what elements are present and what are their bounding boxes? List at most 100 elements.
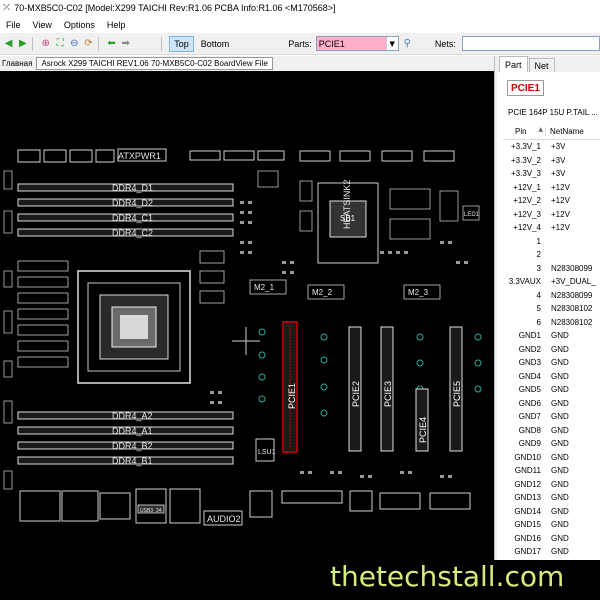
table-row[interactable]: 3.3VAUX +3V_DUAL_ [503, 275, 600, 289]
netname-cell: GND [551, 479, 569, 489]
table-row[interactable]: GND16 GND [503, 532, 600, 546]
home-tab[interactable]: Главная [2, 59, 32, 68]
table-row[interactable]: GND3 GND [503, 356, 600, 370]
document-tab[interactable]: Asrock X299 TAICHI REV1.06 70-MXB5C0-C02… [36, 57, 273, 70]
pcie-label: PCIE5 [452, 381, 462, 407]
parts-value: PCIE1 [318, 38, 345, 49]
part-name-badge: PCIE1 [507, 80, 544, 96]
side-bottom-button[interactable]: Bottom [197, 36, 234, 52]
menu-help[interactable]: Help [107, 20, 126, 30]
netname-cell: GND [551, 412, 569, 422]
pin-cell: GND13 [514, 493, 541, 503]
part-description: PCIE 164P 15U P.TAIL ... [508, 108, 598, 117]
table-row[interactable]: GND4 GND [503, 370, 600, 384]
toolbar-separator [161, 36, 163, 51]
pin-cell: GND3 [518, 358, 541, 368]
next-icon[interactable]: ➡ [120, 37, 131, 50]
column-header-netname[interactable]: NetName [545, 127, 584, 136]
netname-cell: N28308102 [551, 304, 593, 314]
pin-cell: 3.3VAUX [508, 277, 541, 287]
board-canvas[interactable]: ATXPWR1 DDR4_D1 DDR4_D2 DDR4_C1 DDR4_C2 [0, 71, 494, 560]
table-row[interactable]: +3.3V_3 +3V [503, 167, 600, 181]
nets-input[interactable] [461, 36, 600, 51]
netname-cell: +3V [551, 155, 566, 165]
pin-cell: 1 [536, 236, 541, 246]
zoom-fit-icon[interactable]: ⛶ [54, 37, 65, 50]
ddr-label: DDR4_D1 [112, 183, 153, 193]
table-row[interactable]: GND11 GND [503, 464, 600, 478]
table-row[interactable]: GND10 GND [503, 451, 600, 465]
zoom-in-icon[interactable]: ⊕ [40, 37, 51, 50]
column-header-pin[interactable]: Pin ▲ [503, 126, 545, 136]
table-row[interactable]: 2 [503, 248, 600, 262]
table-row[interactable]: GND13 GND [503, 491, 600, 505]
table-row[interactable]: +12V_1 +12V [503, 181, 600, 195]
table-row[interactable]: GND9 GND [503, 437, 600, 451]
netname-cell: +12V [551, 223, 570, 233]
pin-rows: +3.3V_1 +3V +3.3V_2 +3V +3.3V_3 +3V +12V_1 +12V… [503, 140, 600, 559]
app-icon: ⤫ [3, 3, 11, 13]
table-row[interactable]: +3.3V_1 +3V [503, 140, 600, 154]
menu-view[interactable]: View [33, 20, 52, 30]
netname-cell: GND [551, 533, 569, 543]
table-row[interactable]: 5 N28308102 [503, 302, 600, 316]
rotate-icon[interactable]: ⟳ [83, 37, 94, 50]
table-row[interactable]: 3 N28308099 [503, 262, 600, 276]
netname-cell: GND [551, 506, 569, 516]
table-row[interactable]: 6 N28308102 [503, 316, 600, 330]
table-row[interactable]: GND5 GND [503, 383, 600, 397]
pin-cell: 5 [536, 304, 541, 314]
table-row[interactable]: GND15 GND [503, 518, 600, 532]
table-row[interactable]: GND1 GND [503, 329, 600, 343]
table-row[interactable]: GND14 GND [503, 505, 600, 519]
usb-label: USB3_34 [140, 508, 162, 514]
netname-cell: GND [551, 493, 569, 503]
zoom-out-icon[interactable]: ⊖ [69, 37, 80, 50]
back-icon[interactable]: ◀ [3, 37, 14, 50]
netname-cell: N28308099 [551, 290, 593, 300]
toolbar-separator [98, 36, 99, 51]
tab-part[interactable]: Part [499, 56, 528, 72]
table-row[interactable]: 4 N28308099 [503, 289, 600, 303]
table-row[interactable]: GND7 GND [503, 410, 600, 424]
pin-cell: 2 [536, 250, 541, 260]
netname-cell: GND [551, 547, 569, 557]
table-row[interactable]: GND8 GND [503, 424, 600, 438]
pin-cell: 6 [536, 317, 541, 327]
tab-net[interactable]: Net [528, 58, 555, 72]
pin-cell: GND11 [514, 466, 541, 476]
netname-cell: N28308102 [551, 317, 593, 327]
table-row[interactable]: +12V_4 +12V [503, 221, 600, 235]
table-row[interactable]: +12V_2 +12V [503, 194, 600, 208]
m2-label: M2_2 [312, 288, 333, 297]
clear-search-icon[interactable]: ⚲ [402, 37, 413, 50]
ddr-label: DDR4_C1 [112, 213, 153, 223]
table-row[interactable]: GND17 GND [503, 545, 600, 559]
table-row[interactable]: +12V_3 +12V [503, 208, 600, 222]
prev-icon[interactable]: ⬅ [106, 37, 117, 50]
board-background [0, 71, 494, 560]
table-row[interactable]: 1 [503, 235, 600, 249]
table-row[interactable]: +3.3V_2 +3V [503, 154, 600, 168]
board-view[interactable]: ATXPWR1 DDR4_D1 DDR4_D2 DDR4_C1 DDR4_C2 [0, 71, 494, 560]
netname-cell: GND [551, 520, 569, 530]
side-top-button[interactable]: Top [169, 35, 194, 52]
menu-file[interactable]: File [6, 20, 21, 30]
forward-icon[interactable]: ▶ [17, 37, 28, 50]
pin-cell: GND2 [518, 344, 541, 354]
pin-cell: +3.3V_2 [510, 155, 541, 165]
table-row[interactable]: GND6 GND [503, 397, 600, 411]
ddr-label: DDR4_C2 [112, 228, 153, 238]
table-row[interactable]: GND12 GND [503, 478, 600, 492]
table-row[interactable]: GND2 GND [503, 343, 600, 357]
netname-cell: GND [551, 385, 569, 395]
chevron-down-icon[interactable]: ▼ [385, 37, 398, 50]
panel-tabs: Part Net [495, 56, 600, 72]
pin-cell: +12V_1 [513, 182, 541, 192]
parts-combobox[interactable]: PCIE1 ▼ [315, 36, 399, 51]
menu-options[interactable]: Options [64, 20, 95, 30]
pin-cell: 3 [536, 263, 541, 273]
pin-cell: +12V_3 [513, 209, 541, 219]
pin-cell: +3.3V_3 [510, 169, 541, 179]
pin-cell: +12V_4 [513, 223, 541, 233]
